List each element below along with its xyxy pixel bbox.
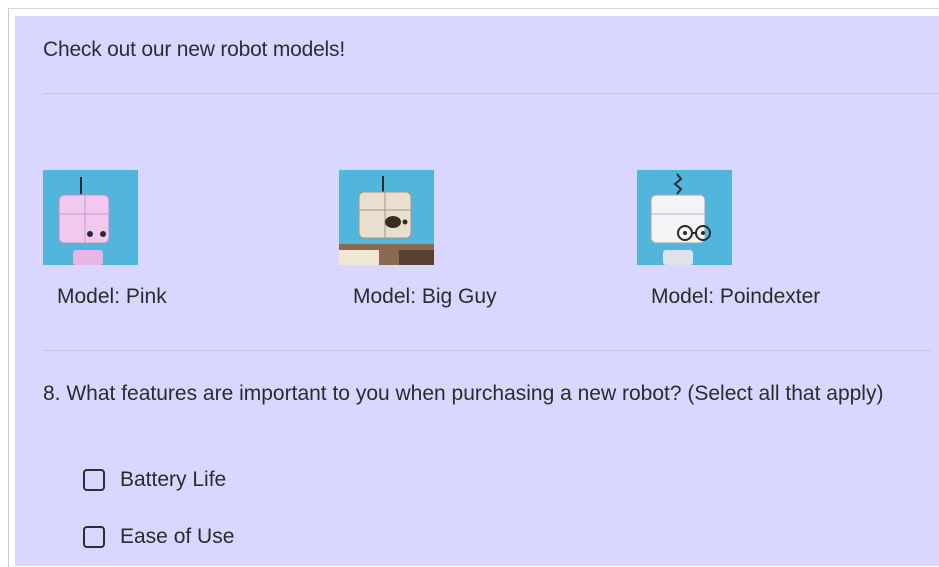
intro-text: Check out our new robot models!: [43, 38, 345, 61]
model-caption: Model: Pink: [57, 285, 167, 308]
robot-poindexter-icon: [637, 170, 732, 265]
divider: [43, 93, 939, 94]
question-text: 8. What features are important to you wh…: [43, 382, 884, 405]
option-label: Ease of Use: [120, 525, 235, 548]
model-card-pink: Model: Pink: [43, 170, 283, 309]
option-label: Battery Life: [120, 468, 227, 491]
robot-pink-icon: [43, 170, 138, 265]
robot-big-guy-icon: [339, 170, 434, 265]
option-ease-of-use[interactable]: Ease of Use: [83, 525, 234, 549]
model-caption: Model: Big Guy: [353, 285, 497, 308]
divider: [43, 350, 931, 351]
checkbox[interactable]: [83, 468, 105, 491]
model-card-big-guy: Model: Big Guy: [339, 170, 579, 309]
model-caption: Model: Poindexter: [651, 285, 821, 308]
model-card-poindexter: Model: Poindexter: [637, 170, 877, 309]
checkbox[interactable]: [83, 525, 105, 548]
survey-panel: Check out our new robot models! Model: P…: [15, 16, 939, 566]
option-battery-life[interactable]: Battery Life: [83, 468, 226, 492]
